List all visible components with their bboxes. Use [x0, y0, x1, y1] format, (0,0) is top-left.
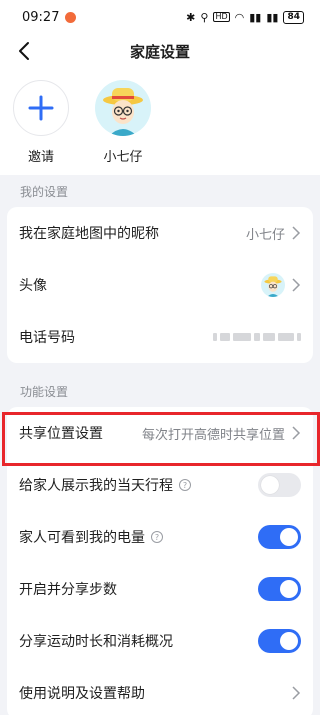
share-steps-label: 开启并分享步数 [19, 582, 117, 598]
location-icon: ⚲ [200, 10, 209, 24]
hd-icon: HD [213, 12, 230, 22]
avatar-label: 头像 [19, 278, 47, 294]
battery-visible-label: 家人可看到我的电量 [19, 530, 145, 546]
wifi-icon: ◠ [234, 10, 245, 24]
back-arrow-icon[interactable] [14, 40, 36, 62]
status-time: 09:27 [22, 9, 60, 25]
signal-icon: ▮▮ [249, 10, 262, 24]
share-location-label: 共享位置设置 [19, 426, 103, 442]
bluetooth-icon: ✱ [186, 10, 196, 24]
chevron-right-icon [292, 278, 301, 292]
invite-label: 邀请 [27, 150, 54, 165]
avatar[interactable] [95, 80, 151, 136]
section-function-settings: 功能设置 [20, 385, 69, 399]
status-icons: ✱ ⚲ HD ◠ ▮▮ ▮▮ 84 [186, 10, 304, 24]
battery-visible-row: 家人可看到我的电量 ? [7, 511, 313, 563]
page-header: 家庭设置 [0, 34, 320, 68]
show-trip-toggle[interactable] [258, 473, 301, 497]
my-settings-card: 我在家庭地图中的昵称 小七仔 头像 电话号码 [7, 207, 313, 363]
chevron-right-icon [292, 426, 301, 440]
share-location-value: 每次打开高德时共享位置 [141, 427, 285, 443]
share-exercise-toggle[interactable] [258, 629, 301, 653]
share-steps-row: 开启并分享步数 [7, 563, 313, 615]
plus-icon [28, 95, 54, 121]
member-name-label: 小七仔 [103, 150, 143, 165]
battery-indicator: 84 [283, 10, 304, 24]
nickname-value: 小七仔 [245, 227, 285, 243]
help-icon[interactable]: ? [151, 531, 163, 543]
phone-label: 电话号码 [19, 330, 75, 346]
member-xiaoqizai[interactable]: 小七仔 [95, 80, 151, 175]
share-exercise-label: 分享运动时长和消耗概况 [19, 634, 173, 650]
nickname-row[interactable]: 我在家庭地图中的昵称 小七仔 [7, 207, 313, 259]
phone-row[interactable]: 电话号码 [7, 311, 313, 363]
app-notification-icon [65, 11, 77, 23]
nickname-label: 我在家庭地图中的昵称 [19, 226, 159, 242]
page-title: 家庭设置 [129, 42, 190, 61]
section-my-settings: 我的设置 [20, 185, 69, 199]
family-members: 邀请 小七仔 [0, 68, 320, 175]
status-bar: 09:27 ✱ ⚲ HD ◠ ▮▮ ▮▮ 84 [0, 0, 320, 34]
chevron-right-icon [292, 226, 301, 240]
phone-value-redacted [213, 333, 301, 341]
show-trip-label: 给家人展示我的当天行程 [19, 478, 173, 494]
share-exercise-row: 分享运动时长和消耗概况 [7, 615, 313, 667]
share-location-row[interactable]: 共享位置设置 每次打开高德时共享位置 [7, 407, 313, 459]
avatar-image [95, 80, 151, 136]
battery-visible-toggle[interactable] [258, 525, 301, 549]
avatar [261, 273, 285, 297]
signal-icon: ▮▮ [266, 10, 279, 24]
help-row[interactable]: 使用说明及设置帮助 [7, 667, 313, 715]
help-label: 使用说明及设置帮助 [19, 686, 145, 702]
show-trip-row: 给家人展示我的当天行程 ? [7, 459, 313, 511]
share-steps-toggle[interactable] [258, 577, 301, 601]
help-icon[interactable]: ? [179, 479, 191, 491]
avatar-row[interactable]: 头像 [7, 259, 313, 311]
invite-member-button[interactable]: 邀请 [13, 80, 69, 175]
function-settings-card: 共享位置设置 每次打开高德时共享位置 给家人展示我的当天行程 ? 家人可看到我的… [7, 407, 313, 715]
chevron-right-icon [292, 686, 301, 700]
